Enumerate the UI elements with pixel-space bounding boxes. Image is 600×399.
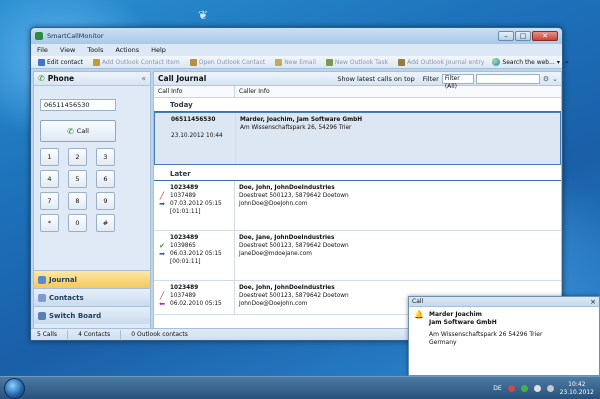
journal-entry-button[interactable]: Add Outlook Journal entry: [395, 58, 487, 66]
journal-icon: [38, 275, 46, 284]
key-9[interactable]: 9: [96, 192, 115, 210]
add-outlook-contact-icon: [92, 58, 100, 66]
phone-number-input[interactable]: 06511456530: [40, 99, 116, 111]
title-bar[interactable]: SmartCallMonitor – □ ✕: [31, 28, 562, 44]
journal-header: Call Journal Show latest calls on top Fi…: [154, 72, 561, 90]
missed-call-icon: ╱: [159, 292, 165, 300]
menu-actions[interactable]: Actions: [115, 46, 139, 54]
system-tray: DE 10:42 23.10.2012: [493, 379, 594, 398]
key-5[interactable]: 5: [68, 170, 87, 188]
popup-title-bar: Call ×: [409, 297, 599, 307]
main-window: SmartCallMonitor – □ ✕ File View Tools A…: [30, 27, 569, 341]
phone-icon: ✆: [38, 74, 45, 83]
outgoing-arrow-icon: ➡: [159, 200, 165, 208]
status-outlook-contacts: 0 Outlook contacts: [131, 331, 188, 338]
volume-icon[interactable]: [546, 385, 554, 392]
menu-file[interactable]: File: [37, 46, 48, 54]
wallpaper-butterfly-icon: ❦: [198, 8, 209, 22]
network-icon[interactable]: [533, 385, 541, 392]
close-button[interactable]: ✕: [532, 31, 558, 41]
edit-contact-icon: [38, 58, 45, 66]
nav-switch-board[interactable]: Switch Board: [34, 306, 150, 324]
menu-bar: File View Tools Actions Help: [31, 44, 562, 56]
call-button[interactable]: ✆ Call: [40, 120, 116, 142]
call-journal-panel: Call Journal Show latest calls on top Fi…: [153, 71, 562, 331]
email-link[interactable]: JohnDoe@DoeJohn.com: [239, 300, 349, 308]
key-1[interactable]: 1: [40, 148, 59, 166]
answered-call-icon: ✔: [159, 242, 165, 250]
bell-icon: 🔔: [414, 310, 424, 319]
window-title: SmartCallMonitor: [47, 32, 104, 40]
column-call-info[interactable]: Call Info: [154, 86, 235, 97]
key-2[interactable]: 2: [68, 148, 87, 166]
table-row[interactable]: ✔ ➡ 1023489 1039865 06.03.2012 05:15 [00…: [154, 231, 561, 281]
status-contacts: 4 Contacts: [78, 331, 111, 338]
collapse-panel-button[interactable]: «: [141, 74, 146, 83]
status-calls: 5 Calls: [37, 331, 58, 338]
table-row[interactable]: ╱ ➡ 1023489 1037489 07.03.2012 05:15 [01…: [154, 181, 561, 231]
key-7[interactable]: 7: [40, 192, 59, 210]
contacts-icon: [38, 293, 46, 302]
journal-title: Call Journal: [158, 74, 207, 83]
menu-view[interactable]: View: [60, 46, 75, 54]
add-outlook-contact-button[interactable]: Add Outlook Contact Item: [90, 58, 183, 66]
open-outlook-contact-button[interactable]: Open Outlook Contact: [187, 58, 269, 66]
key-3[interactable]: 3: [96, 148, 115, 166]
clock[interactable]: 10:42 23.10.2012: [560, 381, 594, 397]
search-web-button[interactable]: Search the web... ▾: [489, 58, 562, 66]
new-email-icon: [275, 58, 283, 66]
minimize-button[interactable]: –: [498, 31, 514, 41]
key-0[interactable]: 0: [68, 214, 87, 232]
key-8[interactable]: 8: [68, 192, 87, 210]
missed-call-icon: ╱: [159, 192, 165, 200]
dial-keypad: 1 2 3 4 5 6 7 8 9 * 0 #: [40, 148, 115, 232]
language-indicator[interactable]: DE: [493, 385, 501, 392]
toolbar-overflow-icon[interactable]: »: [565, 59, 569, 66]
filter-label: Filter: [422, 74, 439, 83]
key-4[interactable]: 4: [40, 170, 59, 188]
taskbar: DE 10:42 23.10.2012: [0, 376, 600, 399]
filter-options-icon[interactable]: ⚙: [543, 75, 549, 83]
group-header-today[interactable]: Today: [154, 98, 561, 112]
email-link[interactable]: JohnDoe@DoeJohn.com: [239, 200, 349, 208]
maximize-button[interactable]: □: [515, 31, 531, 41]
phone-icon: ✆: [67, 126, 74, 136]
new-task-button[interactable]: New Outlook Task: [323, 58, 391, 66]
flag-icon[interactable]: [507, 385, 515, 392]
column-caller-info[interactable]: Caller Info: [235, 88, 270, 95]
column-header: Call Info Caller Info: [154, 86, 561, 98]
switch-board-icon: [38, 311, 46, 320]
phone-panel: ✆ Phone « 06511456530 ✆ Call 1 2 3 4 5 6…: [33, 71, 151, 331]
new-task-icon: [325, 58, 333, 66]
incoming-arrow-icon: ⬅: [159, 300, 165, 308]
edit-contact-button[interactable]: Edit contact: [35, 58, 86, 66]
filter-text-input[interactable]: [475, 73, 540, 84]
phone-header: ✆ Phone «: [34, 72, 150, 86]
chevron-down-icon: ▾: [556, 58, 560, 66]
incoming-call-popup: Call × 🔔 Marder Joachim Jam Software Gmb…: [408, 296, 600, 376]
toolbar: Edit contact Add Outlook Contact Item Op…: [31, 56, 569, 69]
group-header-later[interactable]: Later: [154, 167, 561, 181]
menu-help[interactable]: Help: [151, 46, 166, 54]
journal-entry-icon: [398, 58, 406, 66]
globe-icon: [492, 58, 501, 66]
key-6[interactable]: 6: [96, 170, 115, 188]
key-hash[interactable]: #: [96, 214, 115, 232]
chevron-down-icon[interactable]: ⌄: [552, 75, 558, 83]
outgoing-arrow-icon: ➡: [159, 250, 165, 258]
filter-select[interactable]: Filter (All): [441, 73, 474, 90]
open-outlook-contact-icon: [189, 58, 197, 66]
menu-tools[interactable]: Tools: [87, 46, 103, 54]
email-link[interactable]: JaneDoe@mdoejane.com: [239, 250, 349, 258]
close-icon[interactable]: ×: [590, 298, 596, 306]
nav-journal[interactable]: Journal: [34, 270, 150, 288]
nav-contacts[interactable]: Contacts: [34, 288, 150, 306]
start-button[interactable]: [4, 378, 25, 399]
app-icon: [35, 32, 43, 40]
key-star[interactable]: *: [40, 214, 59, 232]
callmonitor-tray-icon[interactable]: [520, 385, 528, 392]
new-email-button[interactable]: New Email: [272, 58, 319, 66]
show-latest-toggle[interactable]: Show latest calls on top: [337, 75, 414, 83]
table-row[interactable]: 06511456530 23.10.2012 10:44 Marder, Joa…: [154, 112, 561, 165]
